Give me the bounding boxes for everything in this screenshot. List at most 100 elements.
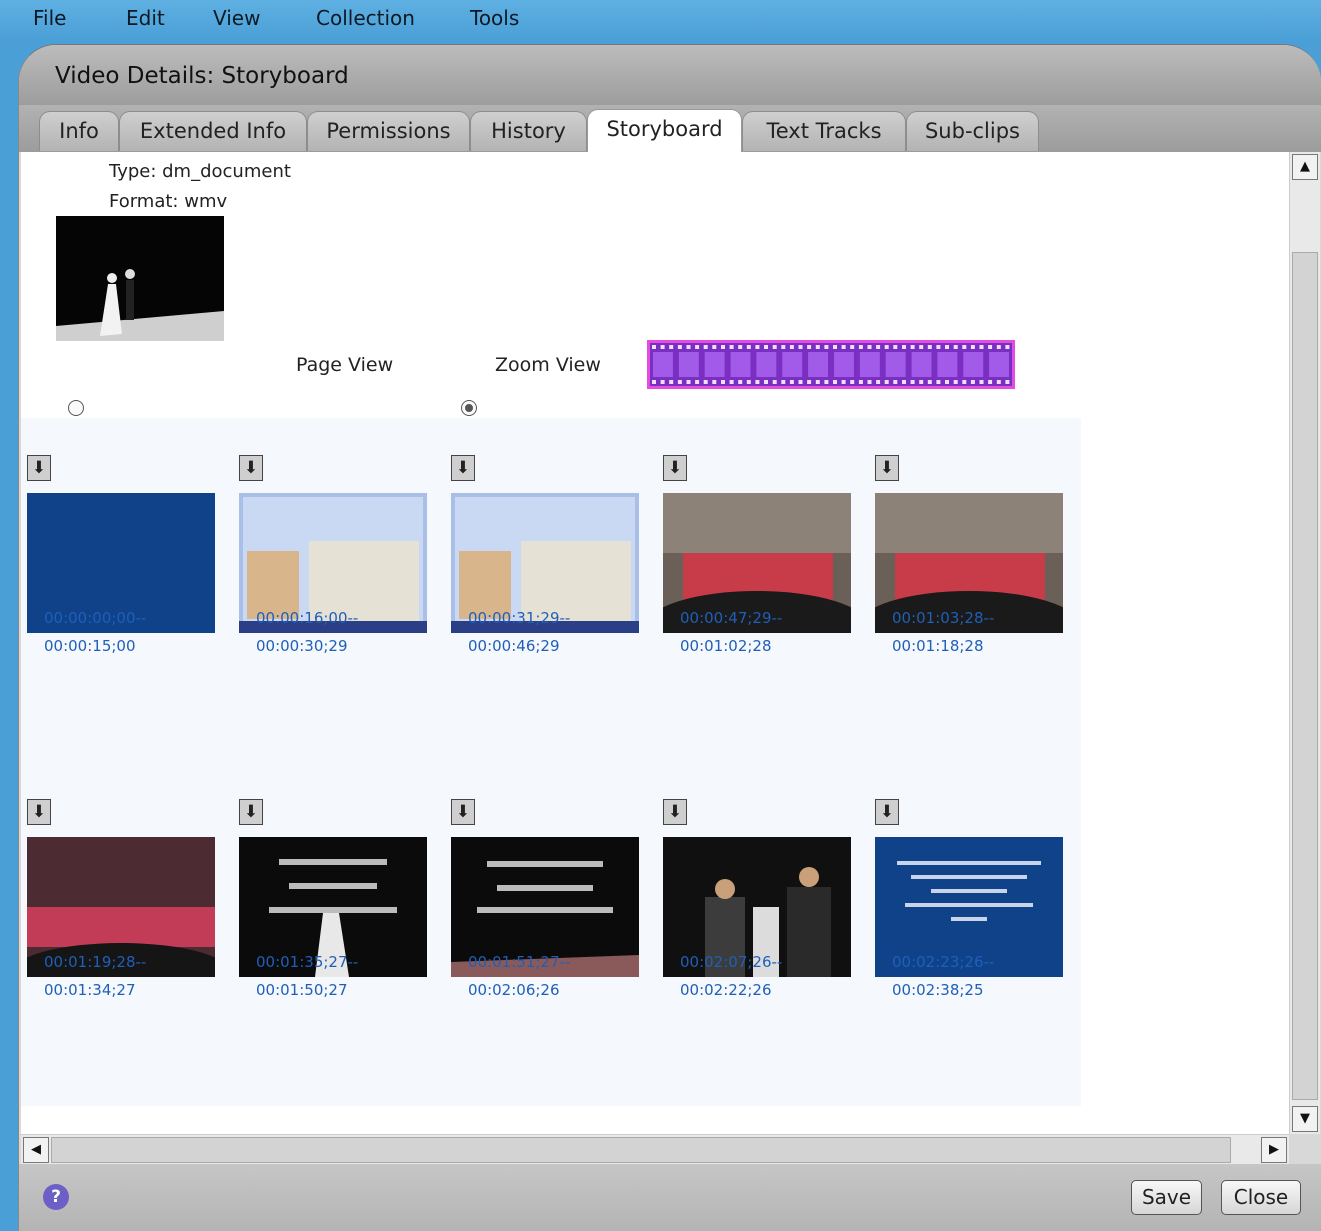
storyboard-panel: Type: dm_document Format: wmv Page View … [21,152,1289,1134]
filmstrip-perforation [910,345,915,349]
filmstrip-perforation [919,345,924,349]
title-bar: Video Details: Storyboard [19,45,1321,105]
filmstrip-frame[interactable] [834,352,854,377]
arrow-up-icon[interactable]: ▲ [1292,154,1318,180]
frame-start-time: 00:00:00;00-- [44,609,147,627]
download-icon[interactable]: ⬇ [27,799,51,825]
filmstrip-perforation [815,380,820,384]
filmstrip-perforation [962,380,967,384]
storyboard-frame: ⬇ 00:01:03;28-- 00:01:18;28 [875,455,1087,755]
vertical-scroll-thumb[interactable] [1292,252,1318,1100]
menu-collection[interactable]: Collection [316,6,415,30]
tab-permissions[interactable]: Permissions [307,111,470,151]
filmstrip-perforation [902,345,906,349]
video-details-window: Video Details: Storyboard Info Extended … [18,44,1321,1231]
filmstrip-frame[interactable] [730,352,751,377]
vertical-scrollbar[interactable]: ▲ ▼ [1289,152,1320,1134]
filmstrip-frame[interactable] [678,352,699,377]
close-button[interactable]: Close [1221,1180,1301,1215]
help-icon[interactable]: ? [43,1184,69,1210]
tab-text-tracks[interactable]: Text Tracks [742,111,906,151]
download-icon[interactable]: ⬇ [27,455,51,481]
tab-storyboard[interactable]: Storyboard [587,109,742,152]
storyboard-grid: ⬇ 00:00:00;00-- 00:00:15;00 ⬇ 00:00:16;0… [21,418,1081,1106]
filmstrip-perforation [884,345,889,349]
menu-view[interactable]: View [213,6,260,30]
filmstrip-perforation [902,380,906,384]
download-icon[interactable]: ⬇ [875,455,899,481]
download-icon[interactable]: ⬇ [663,799,687,825]
filmstrip-perforation [945,345,949,349]
filmstrip-frame[interactable] [911,352,932,377]
frame-start-time: 00:02:07;26-- [680,953,783,971]
filmstrip-perforation [660,345,665,349]
filmstrip-perforation [729,345,734,349]
download-icon[interactable]: ⬇ [239,455,263,481]
filmstrip-perforation [850,345,855,349]
filmstrip-perforation [660,380,665,384]
filmstrip-perforation [884,380,889,384]
tab-info[interactable]: Info [39,111,119,151]
storyboard-frame: ⬇ 00:00:16;00-- 00:00:30;29 [239,455,451,755]
filmstrip-perforation [979,345,984,349]
zoom-view-radio[interactable] [461,400,477,416]
filmstrip-perforation [876,345,881,349]
filmstrip-perforation [927,380,932,384]
filmstrip-perforation [686,345,691,349]
filmstrip-frame[interactable] [885,352,906,377]
tab-sub-clips[interactable]: Sub-clips [906,111,1039,151]
filmstrip-frame[interactable] [756,352,777,377]
filmstrip-perforation [841,345,846,349]
filmstrip-perforation [772,345,777,349]
frame-start-time: 00:00:47;29-- [680,609,783,627]
storyboard-frame: ⬇ 00:01:51;27-- 00:02:06;26 [451,799,663,1099]
horizontal-scroll-thumb[interactable] [51,1137,1231,1163]
tab-extended-info[interactable]: Extended Info [119,111,307,151]
download-icon[interactable]: ⬇ [239,799,263,825]
frame-end-time: 00:00:46;29 [468,637,560,655]
filmstrip-perforation [712,345,717,349]
filmstrip-frame[interactable] [704,352,725,377]
menu-edit[interactable]: Edit [126,6,165,30]
download-icon[interactable]: ⬇ [663,455,687,481]
frame-end-time: 00:01:50;27 [256,981,348,999]
filmstrip-perforation [798,380,803,384]
filmstrip-perforation [695,380,700,384]
filmstrip-perforation [841,380,846,384]
filmstrip-frame[interactable] [653,352,673,377]
frame-end-time: 00:02:06;26 [468,981,560,999]
filmstrip-frame[interactable] [808,352,828,377]
menu-tools[interactable]: Tools [470,6,519,30]
filmstrip-frame[interactable] [859,352,880,377]
download-icon[interactable]: ⬇ [451,455,475,481]
page-view-radio[interactable] [68,400,84,416]
frame-start-time: 00:01:19;28-- [44,953,147,971]
arrow-down-icon[interactable]: ▼ [1292,1106,1318,1132]
filmstrip-perforation [712,380,717,384]
filmstrip-perforation [677,345,682,349]
filmstrip-perforation [738,345,743,349]
video-preview[interactable] [56,216,224,341]
filmstrip-perforation [996,345,1001,349]
filmstrip-perforation [876,380,881,384]
download-icon[interactable]: ⬇ [451,799,475,825]
arrow-right-icon[interactable]: ▶ [1261,1137,1287,1163]
filmstrip-perforation [945,380,949,384]
horizontal-scrollbar[interactable]: ◀ ▶ [21,1134,1289,1165]
tab-history[interactable]: History [470,111,587,151]
frame-end-time: 00:01:18;28 [892,637,984,655]
download-icon[interactable]: ⬇ [875,799,899,825]
storyboard-frame: ⬇ 00:02:23;26-- 00:02:38;25 [875,799,1087,1099]
filmstrip-frame[interactable] [937,352,958,377]
filmstrip-frame[interactable] [963,352,984,377]
menu-file[interactable]: File [33,6,66,30]
filmstrip-perforation [970,345,975,349]
zoom-filmstrip[interactable] [647,340,1015,389]
filmstrip-perforation [721,345,725,349]
filmstrip-frame[interactable] [989,352,1009,377]
filmstrip-perforation [1005,380,1010,384]
filmstrip-frame[interactable] [782,352,803,377]
save-button[interactable]: Save [1131,1180,1202,1215]
arrow-left-icon[interactable]: ◀ [23,1137,49,1163]
filmstrip-perforation [686,380,691,384]
